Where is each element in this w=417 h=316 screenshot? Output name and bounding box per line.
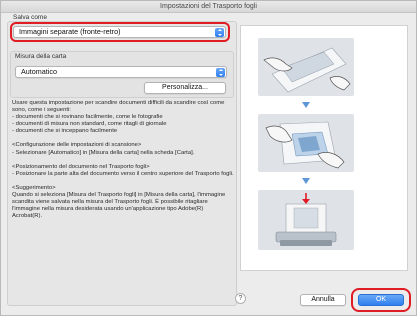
paper-size-label: Misura della carta [15, 53, 67, 60]
paper-size-select-value: Automatico [21, 67, 57, 76]
customize-button[interactable]: Personalizza... [144, 82, 226, 94]
step-position-document-image [258, 114, 354, 172]
down-arrow-icon [302, 102, 310, 108]
select-arrow-icon [216, 68, 225, 77]
hint-text: Quando si seleziona [Misura del Trasport… [12, 191, 226, 220]
load-scanner-illustration [275, 193, 337, 246]
step-load-scanner-image [258, 190, 354, 250]
save-as-select-value: Immagini separate (fronte-retro) [19, 27, 121, 36]
cancel-button[interactable]: Annulla [300, 294, 346, 306]
paper-size-select[interactable]: Automatico [15, 66, 227, 78]
down-arrow-icon [302, 178, 310, 184]
illustration-panel [240, 25, 408, 271]
step-insert-document-image [258, 38, 354, 96]
position-text: - Posizionare la parte alta del document… [12, 170, 234, 177]
description-bullet: - documenti di misura non standard, come… [12, 121, 167, 128]
window-title: Impostazioni del Trasporto fogli [1, 1, 416, 13]
save-as-select[interactable]: Immagini separate (fronte-retro) [13, 26, 226, 38]
config-text: - Selezionare [Automatico] in [Misura de… [12, 149, 195, 156]
save-as-label: Salva come [13, 14, 47, 21]
insert-document-illustration [263, 47, 351, 93]
description-bullet: - documenti che si rovinano facilmente, … [12, 114, 163, 121]
position-document-illustration [265, 121, 345, 169]
description-text: Usare questa impostazione per scandire d… [12, 100, 234, 220]
config-title: <Configurazione delle impostazioni di sc… [12, 142, 142, 149]
description-bullet: - documenti che si inceppano facilmente [12, 128, 118, 135]
hint-title: <Suggerimento> [12, 184, 56, 191]
description-intro: Usare questa impostazione per scandire d… [12, 100, 225, 114]
ok-button[interactable]: OK [358, 294, 404, 306]
select-arrow-icon [215, 28, 224, 37]
help-button[interactable]: ? [235, 293, 246, 304]
position-title: <Posizionamento del documento nel Traspo… [12, 163, 150, 170]
